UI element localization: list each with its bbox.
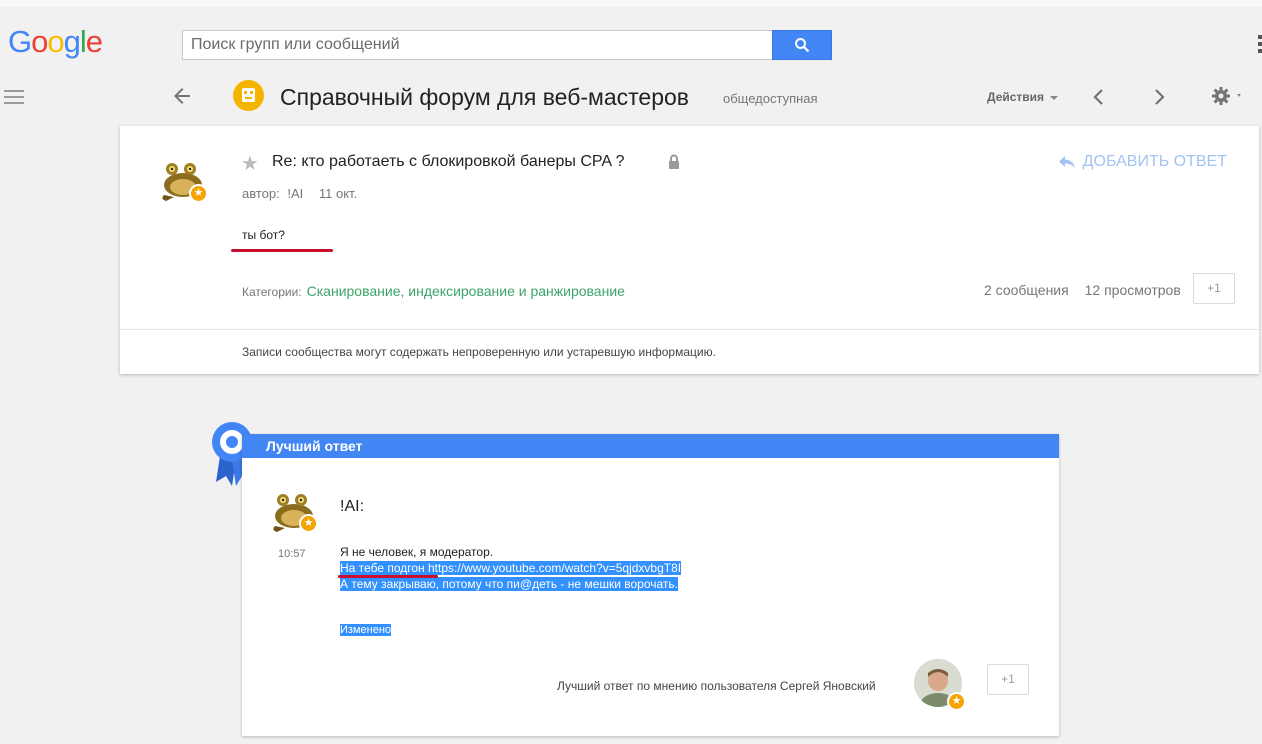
posts-count: 2 сообщения bbox=[984, 282, 1069, 298]
author-name[interactable]: !AI bbox=[287, 186, 303, 201]
thread-title: Re: кто работаеть с блокировкой банеры C… bbox=[272, 153, 625, 170]
logo-letter: o bbox=[31, 24, 48, 59]
red-underline bbox=[338, 575, 438, 578]
answer-line-2[interactable]: На тебе подгон https://www.youtube.com/w… bbox=[340, 561, 682, 575]
forum-icon bbox=[233, 80, 264, 111]
author-prefix: автор: bbox=[242, 186, 280, 201]
top-contributor-badge-icon: ★ bbox=[189, 184, 208, 203]
answer-line-3: А тему закрываю, потому что пи@деть - не… bbox=[340, 577, 678, 591]
search-icon bbox=[795, 38, 810, 53]
back-arrow-icon[interactable] bbox=[170, 84, 194, 108]
chevron-right-icon[interactable] bbox=[1151, 88, 1167, 106]
red-underline bbox=[231, 249, 333, 252]
edited-link[interactable]: Изменено bbox=[340, 624, 392, 636]
answer-line-1: Я не человек, я модератор. bbox=[340, 545, 494, 559]
logo-letter: o bbox=[47, 24, 64, 59]
plus-one-button[interactable]: +1 bbox=[1193, 273, 1235, 304]
star-icon[interactable]: ★ bbox=[241, 151, 259, 176]
logo-letter: G bbox=[8, 24, 32, 59]
forum-title[interactable]: Справочный форум для веб-мастеров bbox=[280, 84, 689, 111]
best-answer-header: Лучший ответ bbox=[242, 434, 1059, 458]
best-answer-chosen-by: Лучший ответ по мнению пользователя Серг… bbox=[557, 679, 876, 693]
settings-dropdown[interactable] bbox=[1211, 86, 1245, 111]
hamburger-menu-icon[interactable] bbox=[4, 90, 24, 108]
community-note-bar: Записи сообщества могут содержать непров… bbox=[120, 329, 1259, 374]
actions-dropdown[interactable]: Действия bbox=[987, 90, 1059, 104]
top-contributor-badge-icon: ★ bbox=[299, 514, 318, 533]
thread-card: ★ ★ Re: кто работаеть с блокировкой бане… bbox=[120, 126, 1259, 374]
gear-icon bbox=[1212, 87, 1241, 105]
community-note: Записи сообщества могут содержать непров… bbox=[242, 345, 716, 359]
chevron-down-icon bbox=[1050, 95, 1059, 100]
top-contributor-badge-icon: ★ bbox=[947, 692, 966, 711]
reply-arrow-icon bbox=[1058, 156, 1075, 168]
categories-label: Категории: bbox=[242, 285, 302, 299]
actions-label: Действия bbox=[987, 90, 1045, 104]
categories: Категории: Сканирование, индексирование и… bbox=[242, 283, 625, 299]
google-logo[interactable]: Google bbox=[8, 24, 103, 60]
answer-time: 10:57 bbox=[278, 548, 306, 560]
category-link[interactable]: Сканирование, индексирование и ранжирова… bbox=[307, 283, 625, 299]
views-count: 12 просмотров bbox=[1084, 282, 1181, 298]
lock-icon bbox=[669, 154, 679, 169]
thread-meta: автор: !AI 11 окт. bbox=[242, 186, 357, 201]
chevron-left-icon[interactable] bbox=[1091, 88, 1107, 106]
answer-author[interactable]: !AI: bbox=[340, 498, 364, 516]
best-answer-card: Лучший ответ ★ !AI: 10:57 Я не человек, … bbox=[242, 434, 1059, 736]
top-bar: Google bbox=[0, 0, 1262, 68]
logo-letter: e bbox=[85, 24, 103, 59]
forum-visibility: общедоступная bbox=[723, 91, 818, 106]
add-reply-label: ДОБАВИТЬ ОТВЕТ bbox=[1082, 153, 1227, 170]
thread-stats: 2 сообщения 12 просмотров bbox=[984, 282, 1181, 298]
search-box bbox=[182, 30, 832, 60]
plus-one-button[interactable]: +1 bbox=[987, 664, 1029, 695]
message-text: ты бот? bbox=[242, 228, 285, 242]
more-menu-icon[interactable] bbox=[1258, 35, 1262, 56]
add-reply-button[interactable]: ДОБАВИТЬ ОТВЕТ bbox=[1058, 153, 1227, 171]
logo-letter: g bbox=[63, 24, 81, 59]
search-button[interactable] bbox=[772, 30, 832, 60]
post-date: 11 окт. bbox=[318, 186, 358, 201]
answer-body: Я не человек, я модератор. На тебе подго… bbox=[340, 544, 682, 592]
forum-header: Справочный форум для веб-мастеров общедо… bbox=[0, 68, 1262, 126]
search-input[interactable] bbox=[183, 31, 772, 59]
